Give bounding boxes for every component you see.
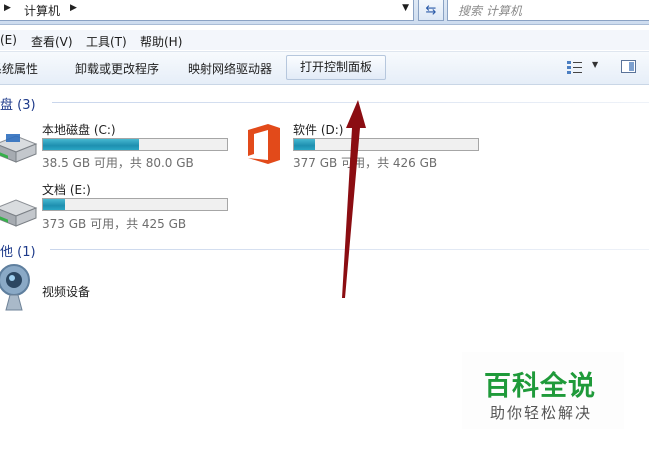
refresh-button[interactable]: ⇆: [418, 0, 444, 21]
drive-usage-bar-d: [293, 138, 479, 151]
webcam-icon[interactable]: [0, 262, 34, 314]
system-properties-button[interactable]: 系统属性: [0, 60, 38, 77]
breadcrumb-chevron-icon[interactable]: ▶: [4, 3, 11, 13]
group-divider: [52, 102, 649, 103]
drive-free-c: 38.5 GB 可用，共 80.0 GB: [42, 156, 194, 170]
search-placeholder: 搜索 计算机: [458, 4, 522, 18]
breadcrumb[interactable]: ▶ 计算机 ▶ ▼: [0, 0, 414, 21]
office-drive-icon[interactable]: [244, 122, 284, 166]
menu-bar: (E) 查看(V) 工具(T) 帮助(H): [0, 30, 649, 50]
view-options-dropdown-icon[interactable]: ▼: [592, 60, 598, 69]
hard-drive-icon[interactable]: [0, 194, 38, 230]
drive-name-e[interactable]: 文档 (E:): [42, 181, 91, 198]
drive-usage-fill: [43, 199, 66, 210]
refresh-icon: ⇆: [425, 2, 437, 18]
watermark-logo: 百科全说 助你轻松解决: [462, 352, 624, 429]
command-toolbar: 系统属性 卸载或更改程序 映射网络驱动器 打开控制面板 ▼: [0, 51, 649, 85]
drive-usage-bar-e: [42, 198, 228, 211]
change-view-icon[interactable]: [567, 60, 583, 74]
drive-usage-bar-c: [42, 138, 228, 151]
search-input[interactable]: 搜索 计算机: [447, 0, 649, 21]
watermark-title: 百科全说: [484, 371, 596, 402]
map-network-drive-button[interactable]: 映射网络驱动器: [188, 60, 272, 77]
drive-free-d: 377 GB 可用，共 426 GB: [293, 156, 438, 170]
menu-help[interactable]: 帮助(H): [140, 33, 182, 50]
device-name-webcam[interactable]: 视频设备: [42, 283, 90, 300]
menu-tools[interactable]: 工具(T): [86, 33, 127, 50]
menu-edit[interactable]: (E): [0, 33, 17, 47]
open-control-panel-button[interactable]: 打开控制面板: [286, 55, 387, 80]
preview-pane-icon[interactable]: [621, 60, 636, 73]
address-dropdown-icon[interactable]: ▼: [402, 3, 409, 13]
address-bar: ▶ 计算机 ▶ ▼ ⇆ 搜索 计算机: [0, 0, 649, 25]
drive-name-c[interactable]: 本地磁盘 (C:): [42, 121, 116, 138]
watermark-subtitle: 助你轻松解决: [490, 404, 593, 422]
group-divider: [50, 249, 649, 250]
group-header-hard-drives[interactable]: 硬盘 (3): [0, 94, 36, 113]
uninstall-program-button[interactable]: 卸载或更改程序: [75, 60, 159, 77]
menu-view[interactable]: 查看(V): [31, 33, 73, 50]
breadcrumb-chevron-icon[interactable]: ▶: [70, 3, 77, 13]
breadcrumb-computer[interactable]: 计算机: [24, 2, 60, 19]
drive-free-e: 373 GB 可用，共 425 GB: [42, 217, 187, 231]
drive-usage-fill: [294, 139, 316, 150]
drive-name-d[interactable]: 软件 (D:): [293, 121, 343, 138]
hard-drive-icon[interactable]: [0, 130, 38, 166]
drive-usage-fill: [43, 139, 139, 150]
group-header-other[interactable]: 其他 (1): [0, 241, 36, 260]
